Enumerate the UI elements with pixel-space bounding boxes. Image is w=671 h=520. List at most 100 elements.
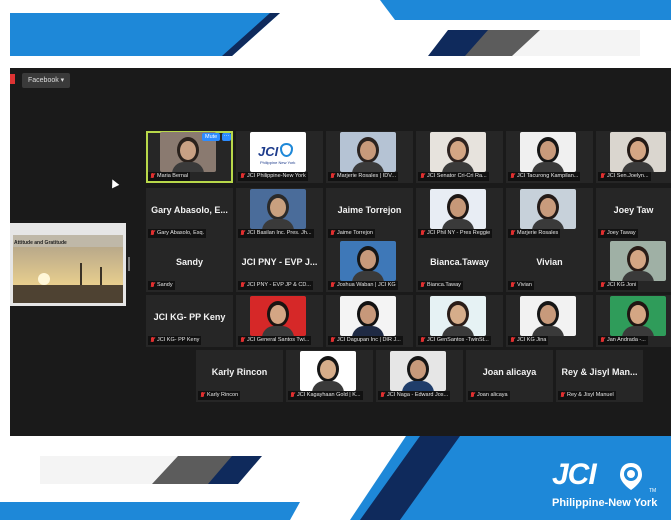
participant-video [520, 296, 576, 336]
participant-name: JCI Sen.Joelyn... [607, 173, 649, 179]
participant-name: JCI Naga - Edward Jos... [387, 392, 449, 398]
participant-tile[interactable]: JCI Basilan Inc. Pres. Jh... [236, 188, 323, 240]
participant-name: JCI Tacurong Kampilan... [517, 173, 579, 179]
participant-tile[interactable]: Gary Abasolo, E... Gary Abasolo, Esq. [146, 188, 233, 240]
muted-mic-icon [150, 337, 155, 344]
participant-name: JCI Philippine-New York [247, 173, 306, 179]
participant-tile[interactable]: JCI KG- PP Keny JCI KG- PP Keny [146, 295, 233, 347]
jci-logo: JCI TM Philippine-New York [552, 458, 668, 516]
participant-video [430, 189, 486, 229]
participant-video [610, 296, 666, 336]
muted-mic-icon [420, 337, 425, 344]
face-shape [450, 141, 466, 160]
muted-mic-icon [470, 392, 475, 399]
participant-tile[interactable]: JCI Tacurong Kampilan... [506, 131, 593, 183]
participant-tile[interactable]: Jan Andrada -... [596, 295, 671, 347]
participant-tile[interactable]: Marjerie Rosales [506, 188, 593, 240]
participant-tile[interactable]: Rey & Jisyl Man... Rey & Jisyl Manuel [556, 350, 643, 402]
mute-button[interactable]: Mute [202, 133, 221, 141]
body-shape [262, 326, 294, 336]
participant-video [250, 296, 306, 336]
participant-tile[interactable]: Maria Bernal Mute ··· [146, 131, 233, 183]
body-shape [622, 271, 654, 281]
participant-video [250, 189, 306, 229]
participant-label: JCI Kagayhaan Gold | K... [288, 391, 363, 400]
participant-name: Rey & Jisyl Manuel [567, 392, 614, 398]
participant-tile[interactable]: JCI Sen.Joelyn... [596, 131, 671, 183]
participant-name-display: Joan alicaya [482, 367, 537, 377]
participant-name-display: Karly Rincon [211, 367, 268, 377]
participant-name: JCI Senator Cri-Cri Ra... [427, 173, 487, 179]
participant-tile[interactable]: Bianca.Taway Bianca.Taway [416, 240, 503, 292]
facebook-live-button[interactable]: Facebook ▾ [22, 73, 71, 88]
participant-tile[interactable]: JCI Senator Cri-Cri Ra... [416, 131, 503, 183]
participant-label: JCI Philippine-New York [238, 172, 308, 181]
more-options-icon[interactable]: ··· [222, 133, 231, 141]
participant-label: Marjerie Rosales | IDV... [328, 172, 398, 181]
face-shape [630, 250, 646, 269]
participant-name: Marjerie Rosales | IDV... [337, 173, 396, 179]
muted-mic-icon [150, 173, 155, 180]
participant-tile[interactable]: Joshua Waban | JCI KG [326, 240, 413, 292]
participant-name: Maria Bernal [157, 173, 189, 179]
participant-tile[interactable]: Joey Taw Joey Taway [596, 188, 671, 240]
muted-mic-icon [510, 230, 515, 237]
participant-tile[interactable]: JCI Dagupan Inc | DIR J... [326, 295, 413, 347]
participant-name: JCI KG- PP Keny [157, 337, 200, 343]
participant-label: JCI KG- PP Keny [148, 336, 202, 345]
zoom-meeting-window: Facebook ▾ Attitude and Gratitude Maria … [10, 68, 671, 436]
participant-label: JCI Phil NY - Pres Reggie [418, 229, 493, 238]
shared-screen[interactable]: Attitude and Gratitude [10, 223, 126, 306]
face-shape [450, 305, 466, 324]
face-shape [360, 250, 376, 269]
participant-video: JCI Philippine New York [250, 132, 306, 172]
participant-label: Karly Rincon [198, 391, 241, 400]
resize-handle[interactable] [128, 257, 130, 271]
participant-tile[interactable]: Karly Rincon Karly Rincon [196, 350, 283, 402]
muted-mic-icon [510, 282, 515, 289]
body-shape [442, 219, 474, 229]
record-indicator [10, 74, 15, 84]
participant-name: Marjerie Rosales [517, 230, 559, 236]
participant-label: JCI General Santos Twi... [238, 336, 312, 345]
participant-label: Maria Bernal [148, 172, 191, 181]
muted-mic-icon [420, 282, 425, 289]
participant-tile[interactable]: JCI Kagayhaan Gold | K... [286, 350, 373, 402]
participant-label: JCI KG Joni [598, 281, 639, 290]
participant-video [610, 132, 666, 172]
participant-tile[interactable]: JCI General Santos Twi... [236, 295, 323, 347]
participant-label: Jaime Torrejon [328, 229, 375, 238]
participant-label: JCI Naga - Edward Jos... [378, 391, 451, 400]
participant-name: JCI GenSantos -TwinSt... [427, 337, 489, 343]
top-banner [0, 0, 671, 56]
participant-tile[interactable]: Vivian Vivian [506, 240, 593, 292]
participant-tile[interactable]: JCI PNY - EVP J... JCI PNY - EVP JP & CD.… [236, 240, 323, 292]
body-shape [402, 381, 434, 391]
participant-tile[interactable]: JCI Naga - Edward Jos... [376, 350, 463, 402]
jci-trademark: TM [649, 488, 657, 494]
muted-mic-icon [510, 337, 515, 344]
participant-tile[interactable]: Marjerie Rosales | IDV... [326, 131, 413, 183]
participant-name: JCI KG Jina [517, 337, 547, 343]
muted-mic-icon [560, 392, 565, 399]
body-shape [532, 326, 564, 336]
participant-video [430, 296, 486, 336]
participant-tile[interactable]: JCI GenSantos -TwinSt... [416, 295, 503, 347]
participant-tile[interactable]: Sandy Sandy [146, 240, 233, 292]
body-shape [312, 381, 344, 391]
participant-tile[interactable]: Jaime Torrejon Jaime Torrejon [326, 188, 413, 240]
participant-label: JCI Basilan Inc. Pres. Jh... [238, 229, 314, 238]
body-shape [262, 219, 294, 229]
participant-name: JCI KG Joni [607, 282, 637, 288]
participant-name: Sandy [157, 282, 173, 288]
participant-tile[interactable]: JCI KG Jina [506, 295, 593, 347]
participant-tile[interactable]: JCI KG Joni [596, 240, 671, 292]
muted-mic-icon [330, 230, 335, 237]
participant-name-display: Jaime Torrejon [337, 205, 402, 215]
participant-label: JCI KG Jina [508, 336, 549, 345]
participant-tile[interactable]: JCI Phil NY - Pres Reggie [416, 188, 503, 240]
participant-video [520, 189, 576, 229]
screenshot-frame: Facebook ▾ Attitude and Gratitude Maria … [0, 0, 671, 520]
participant-tile[interactable]: JCI Philippine New York JCI Philippine-New… [236, 131, 323, 183]
participant-tile[interactable]: Joan alicaya Joan alicaya [466, 350, 553, 402]
